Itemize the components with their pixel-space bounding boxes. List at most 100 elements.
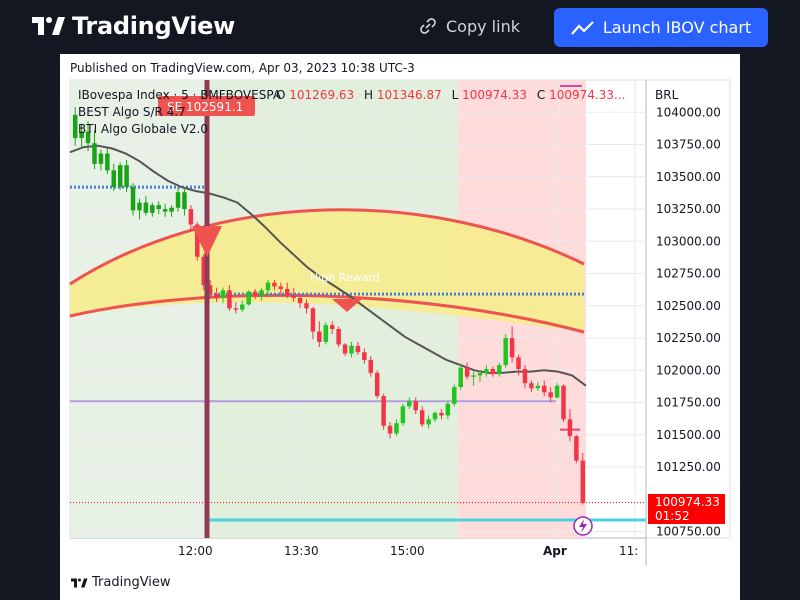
candle-body <box>394 423 399 434</box>
candle-body <box>98 153 104 164</box>
candle-body <box>117 165 123 188</box>
candle-body <box>452 387 457 404</box>
chart-line-icon <box>570 20 594 35</box>
y-tick-label: 101250.00 <box>656 460 721 474</box>
candle-body <box>182 192 187 210</box>
candle-body <box>516 357 521 369</box>
y-tick-label: 102750.00 <box>656 267 721 281</box>
candle-body <box>432 412 438 420</box>
y-tick-label: 102250.00 <box>656 331 721 345</box>
candle-body <box>317 331 322 342</box>
high-reward-label: High Reward <box>310 271 380 284</box>
candle-body <box>272 282 277 287</box>
candle-body <box>419 410 425 425</box>
candle-body <box>484 368 489 373</box>
candle-body <box>342 344 348 354</box>
brand-name: TradingView <box>72 12 235 40</box>
candle-body <box>246 291 251 305</box>
candle-body <box>490 368 496 375</box>
candle-body <box>214 294 219 299</box>
candle-body <box>407 401 412 407</box>
candle-body <box>265 282 271 291</box>
candle-body <box>445 403 451 416</box>
candle-body <box>561 385 566 420</box>
y-tick-label: 104000.00 <box>656 105 721 119</box>
x-tick-label: 11: <box>619 544 638 558</box>
candle-body <box>477 372 483 376</box>
footer-logo[interactable]: TradingView <box>70 575 171 590</box>
footer-brand: TradingView <box>92 575 171 590</box>
svg-text:O 101269.63 H: O 101269.63 H 101346.87 L 100974.33 C 10… <box>276 88 625 102</box>
candle-body <box>233 308 239 310</box>
x-tick-label: 13:30 <box>284 544 319 558</box>
top-bar: TradingView Copy link Launch IBOV chart <box>0 0 800 54</box>
candle-body <box>310 308 316 332</box>
candle-body <box>143 202 149 213</box>
candle-body <box>259 290 264 296</box>
candle-body <box>323 325 329 342</box>
candle-body <box>381 396 386 426</box>
candle-body <box>374 372 380 397</box>
tradingview-footer-icon <box>71 578 88 587</box>
candle-body <box>426 419 431 425</box>
link-icon <box>420 18 436 34</box>
candle-body <box>105 153 110 171</box>
candle-body <box>329 325 335 329</box>
candle-body <box>509 338 515 358</box>
countdown-label: 01:52 <box>655 509 690 523</box>
svg-text:IBovespa Index · 5 · BMFBOVESP: IBovespa Index · 5 · BMFBOVESPA <box>78 88 282 102</box>
legend-l-label: L <box>452 88 459 102</box>
candle-body <box>336 328 341 345</box>
candle-body <box>188 209 194 225</box>
candle-body <box>150 205 155 213</box>
candle-body <box>156 205 161 210</box>
currency-label: BRL <box>655 88 679 102</box>
candle-body <box>458 367 463 388</box>
candle-body <box>220 290 226 299</box>
candle-body <box>554 385 560 398</box>
candle-body <box>72 114 78 139</box>
legend-c-label: C <box>537 88 545 102</box>
x-tick-label: Apr <box>543 544 567 558</box>
candle-body <box>439 412 444 416</box>
candle-body <box>284 289 290 296</box>
legend-l-value: 100974.33 <box>462 88 527 102</box>
candle-body <box>400 406 406 424</box>
candle-body <box>291 295 296 299</box>
candle-body <box>124 165 129 188</box>
launch-chart-button[interactable]: Launch IBOV chart <box>554 8 768 47</box>
tradingview-logo-icon <box>32 17 65 35</box>
candle-body <box>464 367 470 377</box>
chart-card: Published on TradingView.com, Apr 03, 20… <box>60 54 740 600</box>
price-chart[interactable]: High Reward SE 102591.1 IBovespa Index ·… <box>60 54 740 600</box>
candle-body <box>278 286 284 290</box>
legend-o-value: 101269.63 <box>289 88 354 102</box>
candle-body <box>92 143 97 164</box>
candle-body <box>541 385 547 393</box>
candle-body <box>548 392 553 398</box>
candle-body <box>522 368 528 384</box>
candle-body <box>413 401 418 411</box>
copy-link-label: Copy link <box>446 16 520 36</box>
candle-body <box>137 202 142 211</box>
candle-body <box>387 425 393 434</box>
candle-body <box>252 291 258 296</box>
candle-body <box>240 304 245 310</box>
tradingview-logo[interactable]: TradingView <box>30 12 235 40</box>
candle-body <box>362 352 367 360</box>
candle-body <box>162 209 168 212</box>
y-tick-label: 101500.00 <box>656 428 721 442</box>
candle-body <box>497 365 502 375</box>
legend-o-label: O <box>276 88 285 102</box>
candle-body <box>368 359 374 373</box>
y-tick-label: 100750.00 <box>656 525 721 539</box>
candle-body <box>471 375 476 377</box>
launch-chart-label: Launch IBOV chart <box>602 18 752 37</box>
candle-body <box>529 383 534 389</box>
y-tick-label: 103000.00 <box>656 234 721 248</box>
legend-c-value: 100974.33... <box>549 88 625 102</box>
y-tick-label: 103750.00 <box>656 138 721 152</box>
copy-link-button[interactable]: Copy link <box>418 16 520 36</box>
legend-h-value: 101346.87 <box>377 88 442 102</box>
candle-body <box>574 436 579 461</box>
